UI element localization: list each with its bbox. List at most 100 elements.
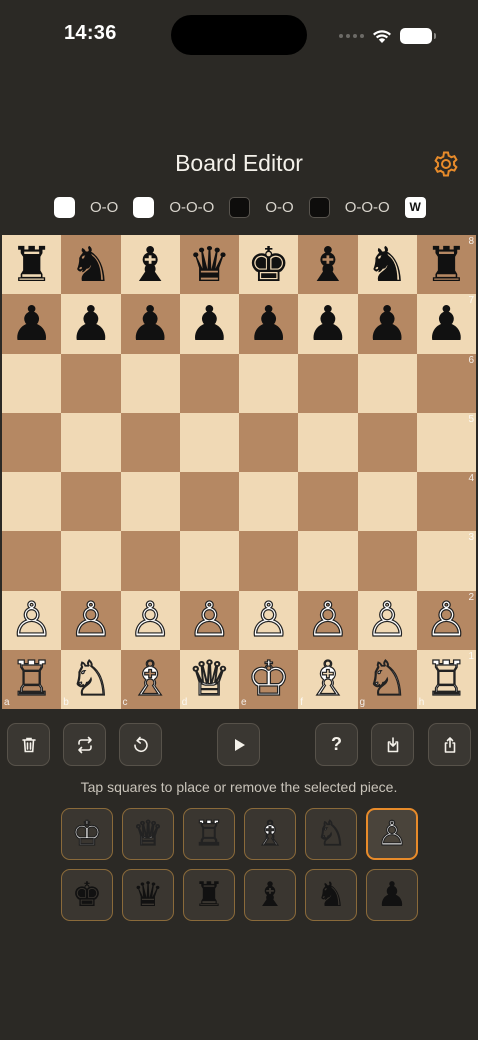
palette-white-bishop[interactable]: ♗	[244, 808, 296, 860]
square-c4[interactable]	[120, 472, 180, 532]
square-f1[interactable]: ♗ f	[298, 649, 358, 709]
square-f5[interactable]	[298, 412, 358, 472]
square-g8[interactable]: ♞	[357, 235, 417, 295]
square-h2[interactable]: ♙ 2	[416, 590, 476, 650]
palette-black-bishop[interactable]: ♝	[244, 869, 296, 921]
black-piece: ♟	[365, 295, 409, 352]
square-d3[interactable]	[179, 531, 239, 591]
square-a6[interactable]	[2, 353, 62, 413]
settings-button[interactable]	[432, 150, 460, 178]
play-button[interactable]	[217, 723, 260, 766]
square-f8[interactable]: ♝	[298, 235, 358, 295]
palette-white-queen[interactable]: ♕	[122, 808, 174, 860]
square-e1[interactable]: ♔ e	[239, 649, 299, 709]
square-g6[interactable]	[357, 353, 417, 413]
square-d8[interactable]: ♛	[179, 235, 239, 295]
square-f3[interactable]	[298, 531, 358, 591]
black-kingside-checkbox[interactable]	[229, 196, 251, 218]
square-a3[interactable]	[2, 531, 62, 591]
black-rook-icon: ♜	[193, 875, 225, 915]
square-e8[interactable]: ♚	[239, 235, 299, 295]
square-c6[interactable]	[120, 353, 180, 413]
square-c3[interactable]	[120, 531, 180, 591]
square-g2[interactable]: ♙	[357, 590, 417, 650]
square-g7[interactable]: ♟	[357, 294, 417, 354]
square-a4[interactable]	[2, 472, 62, 532]
square-c1[interactable]: ♗ c	[120, 649, 180, 709]
black-queenside-checkbox[interactable]	[308, 196, 330, 218]
palette-white-pawn[interactable]: ♙	[366, 808, 418, 860]
square-b2[interactable]: ♙	[61, 590, 121, 650]
square-c2[interactable]: ♙	[120, 590, 180, 650]
square-c5[interactable]	[120, 412, 180, 472]
import-button[interactable]	[371, 723, 414, 766]
square-f6[interactable]	[298, 353, 358, 413]
palette-white-rook[interactable]: ♖	[183, 808, 235, 860]
white-queen-icon: ♕	[132, 814, 164, 854]
square-d6[interactable]	[179, 353, 239, 413]
white-piece: ♙	[128, 592, 172, 649]
square-h3[interactable]: 3	[416, 531, 476, 591]
square-f2[interactable]: ♙	[298, 590, 358, 650]
square-c7[interactable]: ♟	[120, 294, 180, 354]
side-to-move-toggle[interactable]: W	[404, 196, 426, 218]
square-c8[interactable]: ♝	[120, 235, 180, 295]
palette-black-pawn[interactable]: ♟	[366, 869, 418, 921]
square-h8[interactable]: ♜ 8	[416, 235, 476, 295]
white-piece: ♙	[187, 592, 231, 649]
white-piece: ♕	[187, 651, 231, 708]
square-d1[interactable]: ♕ d	[179, 649, 239, 709]
square-d2[interactable]: ♙	[179, 590, 239, 650]
palette-black-queen[interactable]: ♛	[122, 869, 174, 921]
instruction-text: Tap squares to place or remove the selec…	[80, 779, 398, 795]
black-piece: ♜	[424, 236, 468, 293]
white-kingside-checkbox[interactable]	[54, 196, 75, 218]
square-e5[interactable]	[239, 412, 299, 472]
file-label: b	[63, 697, 69, 708]
reset-position-button[interactable]	[119, 723, 162, 766]
square-e3[interactable]	[239, 531, 299, 591]
square-g1[interactable]: ♘ g	[357, 649, 417, 709]
square-a1[interactable]: ♖ a	[2, 649, 62, 709]
square-g5[interactable]	[357, 412, 417, 472]
square-f4[interactable]	[298, 472, 358, 532]
square-a2[interactable]: ♙	[2, 590, 62, 650]
square-d5[interactable]	[179, 412, 239, 472]
palette-white-king[interactable]: ♔	[61, 808, 113, 860]
square-b5[interactable]	[61, 412, 121, 472]
square-a8[interactable]: ♜	[2, 235, 62, 295]
square-b1[interactable]: ♘ b	[61, 649, 121, 709]
square-b6[interactable]	[61, 353, 121, 413]
square-d4[interactable]	[179, 472, 239, 532]
square-b4[interactable]	[61, 472, 121, 532]
square-e2[interactable]: ♙	[239, 590, 299, 650]
square-e4[interactable]	[239, 472, 299, 532]
square-g3[interactable]	[357, 531, 417, 591]
square-b8[interactable]: ♞	[61, 235, 121, 295]
square-h7[interactable]: ♟ 7	[416, 294, 476, 354]
share-button[interactable]	[428, 723, 471, 766]
palette-white-knight[interactable]: ♘	[305, 808, 357, 860]
palette-black-knight[interactable]: ♞	[305, 869, 357, 921]
square-h4[interactable]: 4	[416, 472, 476, 532]
square-h6[interactable]: 6	[416, 353, 476, 413]
square-f7[interactable]: ♟	[298, 294, 358, 354]
white-queenside-checkbox[interactable]	[133, 196, 155, 218]
square-e7[interactable]: ♟	[239, 294, 299, 354]
help-button[interactable]: ?	[315, 723, 358, 766]
square-a7[interactable]: ♟	[2, 294, 62, 354]
square-e6[interactable]	[239, 353, 299, 413]
rank-label: 2	[468, 591, 474, 603]
square-g4[interactable]	[357, 472, 417, 532]
square-b7[interactable]: ♟	[61, 294, 121, 354]
square-h1[interactable]: ♖ 1 h	[416, 649, 476, 709]
square-h5[interactable]: 5	[416, 412, 476, 472]
square-b3[interactable]	[61, 531, 121, 591]
flip-board-button[interactable]	[63, 723, 106, 766]
white-piece: ♘	[365, 651, 409, 708]
palette-black-king[interactable]: ♚	[61, 869, 113, 921]
square-a5[interactable]	[2, 412, 62, 472]
clear-board-button[interactable]	[7, 723, 50, 766]
square-d7[interactable]: ♟	[179, 294, 239, 354]
palette-black-rook[interactable]: ♜	[183, 869, 235, 921]
